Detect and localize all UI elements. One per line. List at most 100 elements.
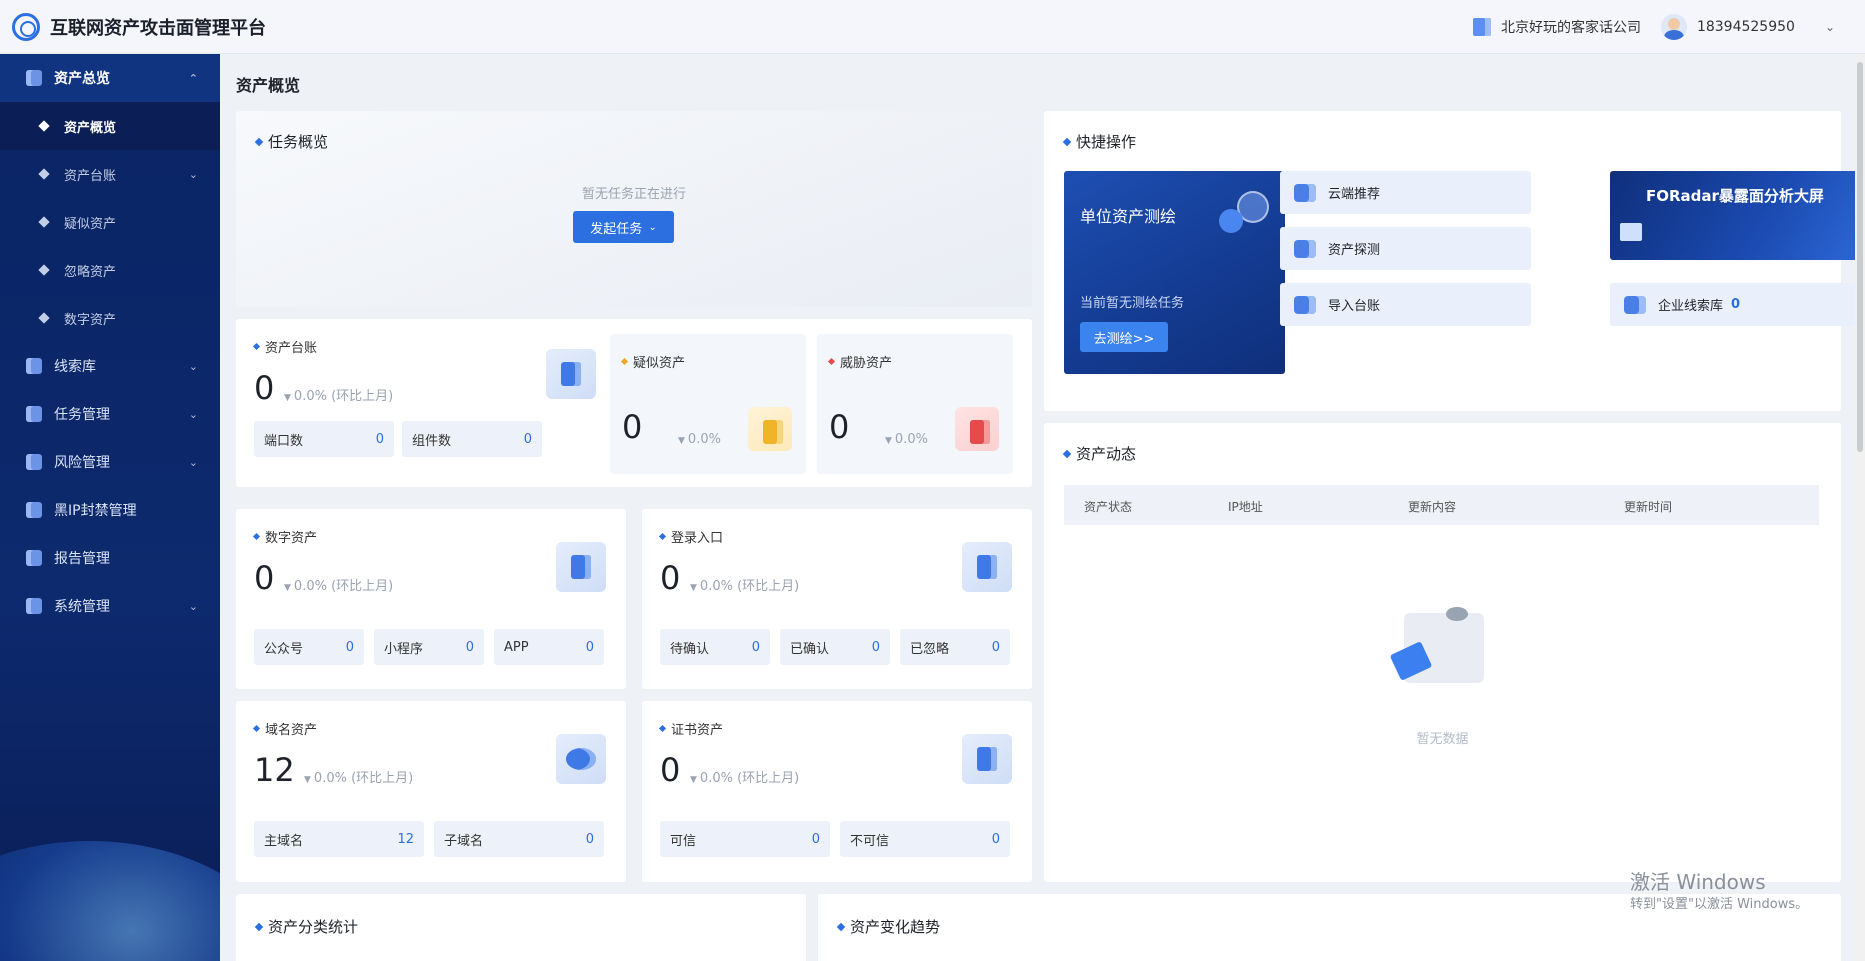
- ports-pill[interactable]: 端口数 0: [254, 421, 394, 457]
- enterprise-clue-button[interactable]: 企业线索库 0: [1610, 283, 1862, 326]
- chevron-down-icon: ⌄: [188, 167, 198, 181]
- asset-ledger-card: 资产台账 0 ▼ 0.0% (环比上月) 端口数 0 组件数 0 疑似资产 0 ▼ 0.…: [236, 319, 1032, 487]
- start-task-button[interactable]: 发起任务 ⌄: [573, 211, 674, 243]
- chevron-down-icon[interactable]: ⌄: [1825, 20, 1835, 34]
- diamond-icon: [38, 168, 50, 180]
- chevron-down-icon: ⌄: [648, 221, 657, 233]
- user-area[interactable]: 北京好玩的客家话公司 18394525950 ⌄: [1472, 0, 1835, 54]
- sidebar-item-clues[interactable]: 线索库 ⌄: [0, 342, 220, 390]
- import-ledger-button[interactable]: 导入台账: [1280, 283, 1531, 326]
- cert-assets-card: 证书资产 0 ▼ 0.0% (环比上月) 可信 0 不可信 0: [642, 701, 1032, 882]
- trend-text: 0.0%: [894, 432, 928, 447]
- username[interactable]: 18394525950: [1697, 19, 1795, 35]
- sidebar-sub-digital-assets[interactable]: 数字资产: [0, 294, 220, 342]
- stat-label: 登录入口: [660, 527, 723, 546]
- pill-label: 已确认: [790, 641, 830, 657]
- sidebar-sub-label: 资产概览: [64, 120, 117, 136]
- stat-label: 数字资产: [254, 527, 317, 546]
- subdomain-pill[interactable]: 子域名 0: [434, 821, 604, 857]
- chevron-down-icon: ⌄: [188, 599, 198, 613]
- login-entry-card: 登录入口 0 ▼ 0.0% (环比上月) 待确认 0 已确认 0 已忽略 0: [642, 509, 1032, 689]
- sidebar-sub-label: 资产台账: [64, 168, 117, 184]
- app-pill[interactable]: APP 0: [494, 629, 604, 665]
- mapping-title: 单位资产测绘: [1080, 207, 1177, 226]
- trend-text: 0.0% (环比上月): [699, 579, 800, 594]
- threat-trend: ▼ 0.0%: [885, 432, 928, 447]
- cloud-recommend-button[interactable]: 云端推荐: [1280, 171, 1531, 214]
- empty-illustration-icon: [1404, 607, 1484, 683]
- company-name[interactable]: 北京好玩的客家话公司: [1501, 17, 1641, 37]
- chevron-down-icon: ⌄: [188, 359, 198, 373]
- threat-count: 0: [829, 408, 850, 446]
- column-header: 更新时间: [1624, 500, 1673, 514]
- chevron-down-icon: ⌄: [188, 455, 198, 469]
- sidebar-sub-asset-overview[interactable]: 资产概览: [0, 102, 220, 150]
- suspect-assets-card[interactable]: 疑似资产 0 ▼ 0.0%: [610, 334, 806, 474]
- main-domain-pill[interactable]: 主域名 12: [254, 821, 424, 857]
- sidebar-sub-suspect-assets[interactable]: 疑似资产: [0, 198, 220, 246]
- button-label: 资产探测: [1328, 243, 1381, 258]
- pill-value: 0: [465, 639, 474, 655]
- sidebar-item-overview[interactable]: 资产总览 ⌃: [0, 54, 220, 102]
- pill-label: 组件数: [412, 433, 452, 449]
- suspect-icon: [748, 407, 792, 451]
- pill-label: 主域名: [264, 833, 304, 849]
- domain-trend: ▼ 0.0% (环比上月): [304, 771, 414, 786]
- page-title: 资产概览: [236, 76, 301, 95]
- card-title: 资产分类统计: [256, 916, 358, 937]
- wechat-pill[interactable]: 公众号 0: [254, 629, 364, 665]
- threat-assets-card[interactable]: 威胁资产 0 ▼ 0.0%: [817, 334, 1013, 474]
- sidebar-item-risk[interactable]: 风险管理 ⌄: [0, 438, 220, 486]
- sidebar-item-ip-ban[interactable]: 黑IP封禁管理: [0, 486, 220, 534]
- sidebar-item-label: 黑IP封禁管理: [54, 503, 137, 519]
- clue-count: 0: [1731, 297, 1741, 312]
- confirmed-pill[interactable]: 已确认 0: [780, 629, 890, 665]
- card-title: 快捷操作: [1064, 131, 1136, 152]
- cert-trend: ▼ 0.0% (环比上月): [690, 771, 800, 786]
- empty-text: 暂无数据: [1416, 732, 1469, 747]
- pill-value: 0: [523, 431, 532, 447]
- cert-count: 0: [660, 751, 681, 789]
- asset-mapping-panel[interactable]: 单位资产测绘 当前暂无测绘任务 去测绘>>: [1064, 171, 1285, 374]
- diamond-icon: [38, 264, 50, 276]
- sidebar-sub-asset-ledger[interactable]: 资产台账 ⌄: [0, 150, 220, 198]
- stat-label: 疑似资产: [622, 352, 685, 371]
- sidebar-item-reports[interactable]: 报告管理: [0, 534, 220, 582]
- sidebar-item-tasks[interactable]: 任务管理 ⌄: [0, 390, 220, 438]
- trusted-pill[interactable]: 可信 0: [660, 821, 830, 857]
- empty-task-text: 暂无任务正在进行: [581, 187, 686, 202]
- top-bar: 互联网资产攻击面管理平台 北京好玩的客家话公司 18394525950 ⌄: [0, 0, 1865, 54]
- table-header: 资产状态 IP地址 更新内容 更新时间: [1064, 485, 1819, 525]
- asset-detect-button[interactable]: 资产探测: [1280, 227, 1531, 270]
- foradar-big-screen-button[interactable]: FORadar暴露面分析大屏: [1610, 171, 1862, 260]
- sidebar-item-system[interactable]: 系统管理 ⌄: [0, 582, 220, 630]
- pill-value: 0: [811, 831, 820, 847]
- avatar[interactable]: [1660, 14, 1687, 40]
- scrollbar[interactable]: [1855, 54, 1865, 961]
- sidebar-item-label: 线索库: [54, 359, 96, 375]
- mini-program-pill[interactable]: 小程序 0: [374, 629, 484, 665]
- clue-icon: [1624, 295, 1646, 314]
- pill-label: 子域名: [444, 833, 484, 849]
- diamond-icon: [38, 120, 50, 132]
- ignored-pill[interactable]: 已忽略 0: [900, 629, 1010, 665]
- trend-text: 0.0% (环比上月): [293, 389, 394, 404]
- clue-library-icon: [26, 358, 42, 374]
- building-icon: [1472, 18, 1491, 36]
- column-header: 更新内容: [1408, 500, 1457, 514]
- go-mapping-button[interactable]: 去测绘>>: [1080, 322, 1168, 352]
- activation-hint: 转到"设置"以激活 Windows。: [1630, 897, 1809, 912]
- scroll-thumb[interactable]: [1857, 62, 1863, 452]
- overview-icon: [26, 70, 42, 86]
- trend-text: 0.0% (环比上月): [313, 771, 414, 786]
- diamond-icon: [38, 216, 50, 228]
- monitor-icon: [1620, 223, 1642, 241]
- threat-icon: [955, 407, 999, 451]
- components-pill[interactable]: 组件数 0: [402, 421, 542, 457]
- button-label: 发起任务: [590, 221, 643, 237]
- pending-pill[interactable]: 待确认 0: [660, 629, 770, 665]
- untrusted-pill[interactable]: 不可信 0: [840, 821, 1010, 857]
- task-icon: [26, 406, 42, 422]
- button-label: 导入台账: [1328, 299, 1381, 314]
- sidebar-sub-ignored-assets[interactable]: 忽略资产: [0, 246, 220, 294]
